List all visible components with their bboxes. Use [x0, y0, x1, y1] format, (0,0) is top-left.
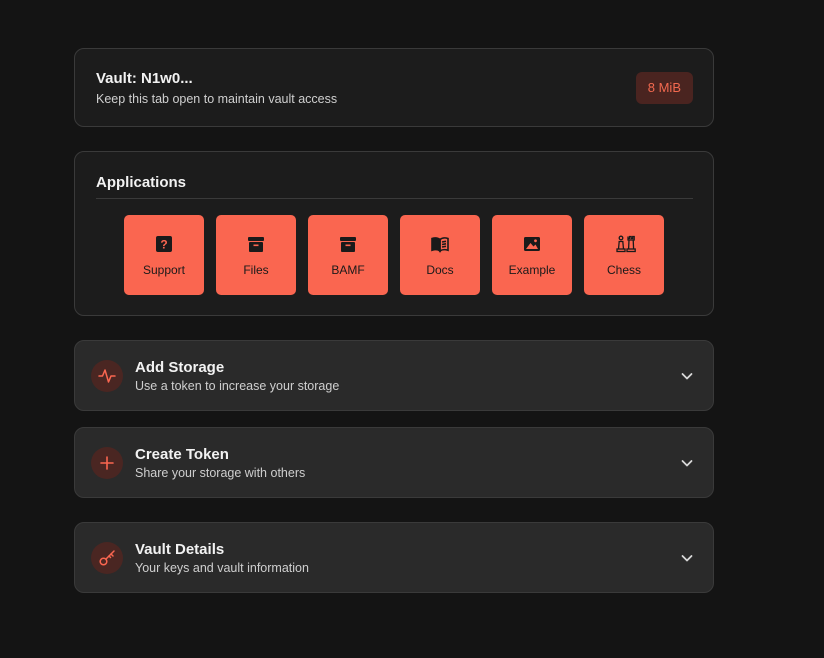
section-subtitle: Use a token to increase your storage: [135, 379, 340, 393]
image-icon: [523, 235, 541, 253]
app-label: Example: [508, 263, 556, 277]
applications-card: Applications ? Support Files BAMF Docs E…: [74, 151, 714, 316]
activity-icon: [91, 360, 123, 392]
divider: [96, 198, 693, 199]
chess-icon: [615, 235, 636, 253]
app-chess-button[interactable]: Chess: [584, 215, 664, 295]
section-subtitle: Your keys and vault information: [135, 561, 309, 575]
plus-icon: [91, 447, 123, 479]
vault-title: Vault: N1w0...: [96, 70, 193, 87]
create-token-section[interactable]: Create Token Share your storage with oth…: [74, 427, 714, 498]
key-icon: [91, 542, 123, 574]
section-title: Create Token: [135, 446, 229, 463]
applications-title: Applications: [96, 174, 187, 191]
app-label: BAMF: [331, 263, 365, 277]
chevron-down-icon[interactable]: [679, 550, 695, 566]
app-example-button[interactable]: Example: [492, 215, 572, 295]
section-title: Add Storage: [135, 359, 225, 376]
vault-details-section[interactable]: Vault Details Your keys and vault inform…: [74, 522, 714, 593]
chevron-down-icon[interactable]: [679, 455, 695, 471]
app-support-button[interactable]: ? Support: [124, 215, 204, 295]
section-subtitle: Share your storage with others: [135, 466, 306, 480]
archive-icon: [247, 235, 265, 253]
app-label: Files: [243, 263, 269, 277]
app-label: Support: [142, 263, 186, 277]
app-label: Chess: [606, 263, 641, 277]
app-label: Docs: [426, 263, 454, 277]
book-icon: [431, 235, 449, 253]
question-icon: ?: [155, 235, 173, 253]
svg-text:?: ?: [160, 238, 167, 252]
section-title: Vault Details: [135, 541, 225, 558]
app-bamf-button[interactable]: BAMF: [308, 215, 388, 295]
app-files-button[interactable]: Files: [216, 215, 296, 295]
archive-icon: [339, 235, 357, 253]
storage-badge: 8 MiB: [635, 72, 693, 104]
chevron-down-icon[interactable]: [679, 368, 695, 384]
vault-card: Vault: N1w0... Keep this tab open to mai…: [74, 48, 714, 127]
vault-subtitle: Keep this tab open to maintain vault acc…: [96, 92, 338, 106]
add-storage-section[interactable]: Add Storage Use a token to increase your…: [74, 340, 714, 411]
applications-grid: ? Support Files BAMF Docs Example Chess: [124, 215, 664, 295]
app-docs-button[interactable]: Docs: [400, 215, 480, 295]
